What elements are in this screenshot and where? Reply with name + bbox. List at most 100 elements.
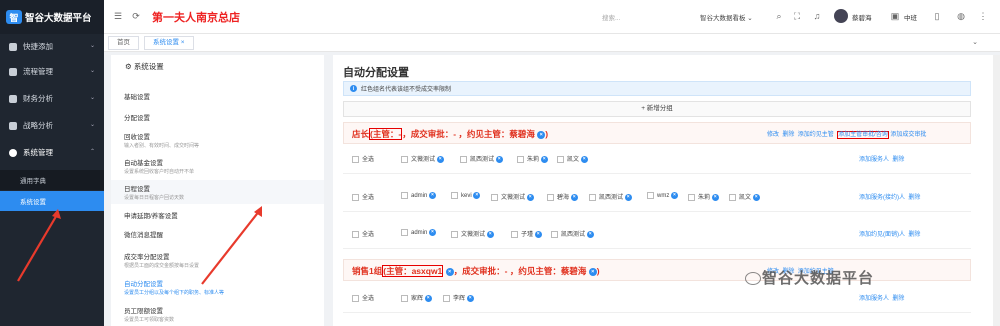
checkbox[interactable] [511, 230, 518, 238]
close-icon[interactable]: × [486, 230, 494, 238]
member-chip[interactable]: 子瑾 × [511, 229, 542, 238]
member-chip[interactable]: 朱莉 × [688, 192, 719, 201]
close-icon[interactable]: × [466, 294, 474, 302]
settings-item[interactable]: 成交率分配设置 根据员工面的成交金额按每日设置 [124, 251, 199, 269]
sidebar-item-strategy[interactable]: 战略分析 ⌄ [0, 113, 104, 138]
checkbox[interactable] [401, 229, 408, 236]
member-chip[interactable]: 文薇测试 × [401, 154, 444, 163]
member-chip[interactable]: 凯西测试 × [589, 192, 632, 201]
settings-item[interactable]: 分配设置 [124, 112, 150, 122]
chevron-down-icon[interactable]: ⌄ [970, 38, 980, 48]
logo[interactable]: 智 智谷大数据平台 [0, 0, 104, 34]
member-chip[interactable]: admin × [401, 192, 437, 199]
checkbox[interactable] [688, 193, 695, 201]
close-icon[interactable]: × [671, 192, 679, 199]
checkbox[interactable] [352, 155, 359, 163]
checkbox[interactable] [729, 193, 736, 201]
close-icon[interactable]: × [436, 155, 444, 163]
sidebar-item-system[interactable]: 系统管理 ⌃ [0, 140, 104, 165]
scrollbar[interactable] [993, 55, 1000, 326]
checkbox[interactable] [352, 230, 359, 238]
close-icon[interactable]: × [588, 267, 597, 276]
close-icon[interactable]: × [429, 229, 437, 236]
user-name[interactable]: 蔡碧海 [852, 12, 872, 22]
add-service-link[interactable]: 添加服务人 [859, 296, 889, 302]
tab-home[interactable]: 首页 [108, 36, 139, 50]
checkbox[interactable] [451, 230, 458, 238]
checkbox[interactable] [647, 192, 654, 199]
member-chip[interactable]: 凯文 × [557, 154, 588, 163]
search-icon[interactable]: ⌕ [774, 11, 784, 21]
add-appointment-link[interactable]: 添加约见(面销)人 [859, 232, 905, 238]
fullscreen-icon[interactable]: ⛶ [792, 11, 802, 21]
checkbox[interactable] [551, 230, 558, 238]
checkbox[interactable] [589, 193, 596, 201]
avatar[interactable] [834, 9, 848, 23]
settings-item[interactable]: 日程设置 设置每日日程客户回访天数 [124, 183, 184, 201]
mobile-icon[interactable]: ▯ [932, 11, 942, 21]
settings-item[interactable]: 基础设置 [124, 91, 150, 101]
tab-system-settings[interactable]: 系统设置 × [144, 36, 194, 50]
brand-select[interactable]: 智谷大数据看板 ⌄ [700, 12, 753, 22]
close-icon[interactable]: × [526, 193, 534, 201]
select-all-checkbox[interactable]: 全选 [352, 229, 374, 238]
member-chip[interactable]: 李辉 × [443, 293, 474, 302]
checkbox[interactable] [443, 294, 450, 302]
delete-row-link[interactable]: 删除 [908, 195, 920, 201]
sidebar-item-quick-add[interactable]: 快捷添加 ⌄ [0, 34, 104, 59]
edit-group-link[interactable]: 修改 [767, 132, 779, 138]
settings-item[interactable]: 回收设置 输入者别、有效时间、成交时间等 [124, 131, 199, 149]
bell-icon[interactable]: ♫ [812, 11, 822, 21]
delete-row-link[interactable]: 删除 [892, 296, 904, 302]
close-icon[interactable]: × [537, 130, 546, 139]
close-icon[interactable]: × [429, 192, 437, 199]
add-deal-approval-link[interactable]: 添加成交审批 [890, 132, 926, 138]
settings-item[interactable]: 申请延期/养客设置 [124, 210, 178, 220]
member-chip[interactable]: 家辉 × [401, 293, 432, 302]
select-all-checkbox[interactable]: 全选 [352, 192, 374, 201]
checkbox[interactable] [401, 294, 408, 302]
globe-icon[interactable]: ◍ [956, 11, 966, 21]
close-icon[interactable]: × [711, 193, 719, 201]
checkbox[interactable] [401, 192, 408, 199]
delete-row-link[interactable]: 删除 [908, 232, 920, 238]
settings-item[interactable]: 微信消息提醒 [124, 229, 163, 239]
checkbox[interactable] [460, 155, 467, 163]
checkbox[interactable] [517, 155, 524, 163]
menu-toggle-icon[interactable]: ☰ [113, 11, 123, 21]
member-chip[interactable]: admin × [401, 229, 437, 236]
member-chip[interactable]: 文薇测试 × [451, 229, 494, 238]
member-chip[interactable]: 碧海 × [547, 192, 578, 201]
close-icon[interactable]: × [424, 294, 432, 302]
delete-group-link[interactable]: 删除 [782, 132, 794, 138]
close-icon[interactable]: × [586, 230, 594, 238]
member-chip[interactable]: wmz × [647, 192, 679, 199]
close-icon[interactable]: × [540, 155, 548, 163]
add-group-button[interactable]: + 新增分组 [343, 101, 971, 117]
checkbox[interactable] [491, 193, 498, 201]
checkbox[interactable] [401, 155, 408, 163]
select-all-checkbox[interactable]: 全选 [352, 154, 374, 163]
checkbox[interactable] [352, 294, 359, 302]
sidebar-item-flow[interactable]: 流程管理 ⌄ [0, 59, 104, 84]
refresh-icon[interactable]: ⟳ [131, 11, 141, 21]
close-icon[interactable]: × [624, 193, 632, 201]
checkbox[interactable] [547, 193, 554, 201]
add-appointment-supervisor-link[interactable]: 添加约见主管 [798, 132, 834, 138]
close-icon[interactable]: × [534, 230, 542, 238]
close-icon[interactable]: × [445, 267, 454, 276]
member-chip[interactable]: 文薇测试 × [491, 192, 534, 201]
sidebar-item-finance[interactable]: 财务分析 ⌄ [0, 86, 104, 111]
add-supervisor-approval-link[interactable]: 添加主管审批/咨询 [837, 131, 889, 139]
member-chip[interactable]: 凯西测试 × [460, 154, 503, 163]
close-icon[interactable]: × [495, 155, 503, 163]
sidebar-subitem-dictionary[interactable]: 通用字典 [0, 170, 104, 190]
select-all-checkbox[interactable]: 全选 [352, 293, 374, 302]
add-service-link[interactable]: 添加服务人 [859, 157, 889, 163]
member-chip[interactable]: 凯西测试 × [551, 229, 594, 238]
member-chip[interactable]: kevi × [451, 192, 481, 199]
checkbox[interactable] [557, 155, 564, 163]
settings-item[interactable]: 自动基金设置 设置系统回收客户时自动开不单 [124, 157, 194, 175]
search-input[interactable]: 搜索... [602, 12, 620, 22]
delete-row-link[interactable]: 删除 [892, 157, 904, 163]
